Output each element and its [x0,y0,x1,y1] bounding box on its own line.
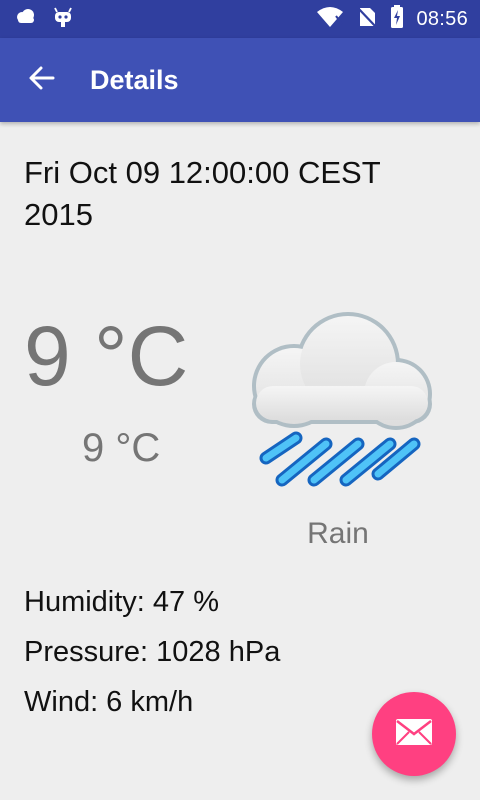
mail-icon [395,718,433,751]
temperature-low: 9 °C [82,426,161,470]
pressure-value: Pressure: 1028 hPa [24,636,281,668]
no-sim-icon [356,6,378,33]
status-time: 08:56 [416,7,468,30]
wind-value: Wind: 6 km/h [24,686,194,718]
status-system: 08:56 [316,4,468,34]
temperature-high: 9 °C [24,309,189,403]
android-debug-icon [52,6,74,33]
back-button[interactable] [20,58,64,102]
weather-cloud-icon [14,7,38,32]
forecast-date: Fri Oct 09 12:00:00 CEST 2015 [24,155,381,232]
share-mail-button[interactable] [372,692,456,776]
wifi-icon [316,6,344,33]
status-notifications [14,6,74,32]
status-bar: 08:56 [0,0,480,38]
app-bar: Details [0,38,480,122]
rain-cloud-icon [244,308,434,498]
arrow-left-icon [28,64,56,97]
humidity-value: Humidity: 47 % [24,586,220,618]
battery-charging-icon [390,4,404,34]
page-title: Details [90,65,179,95]
weather-condition: Rain [307,517,369,550]
